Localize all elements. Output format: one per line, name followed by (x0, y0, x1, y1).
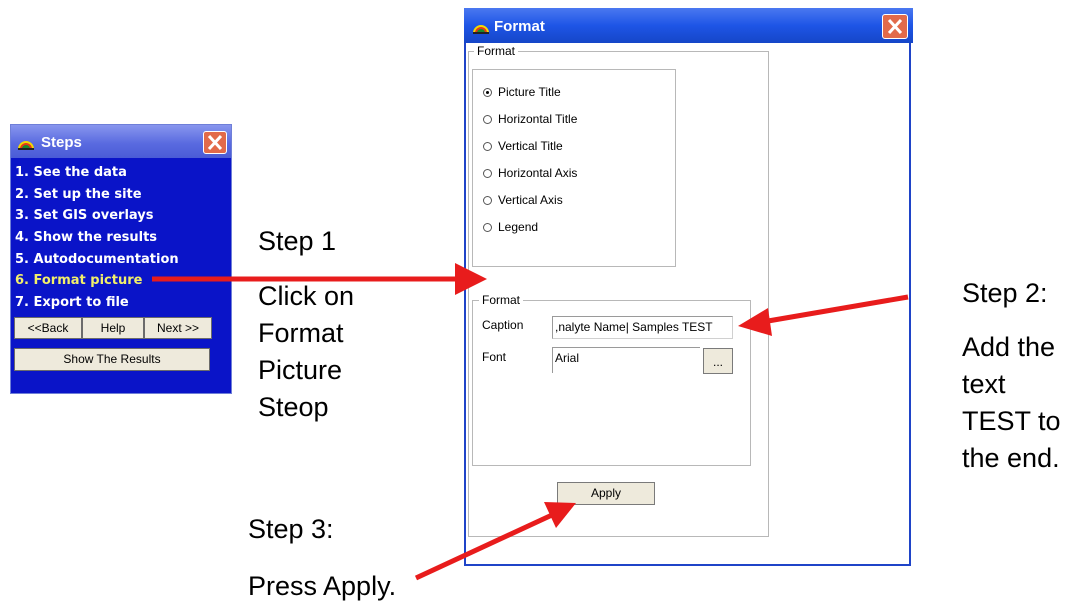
arrow-step2 (738, 294, 909, 336)
arrow-step1 (152, 263, 487, 295)
arrow-step3 (414, 502, 576, 581)
annotation-arrows (152, 263, 909, 581)
